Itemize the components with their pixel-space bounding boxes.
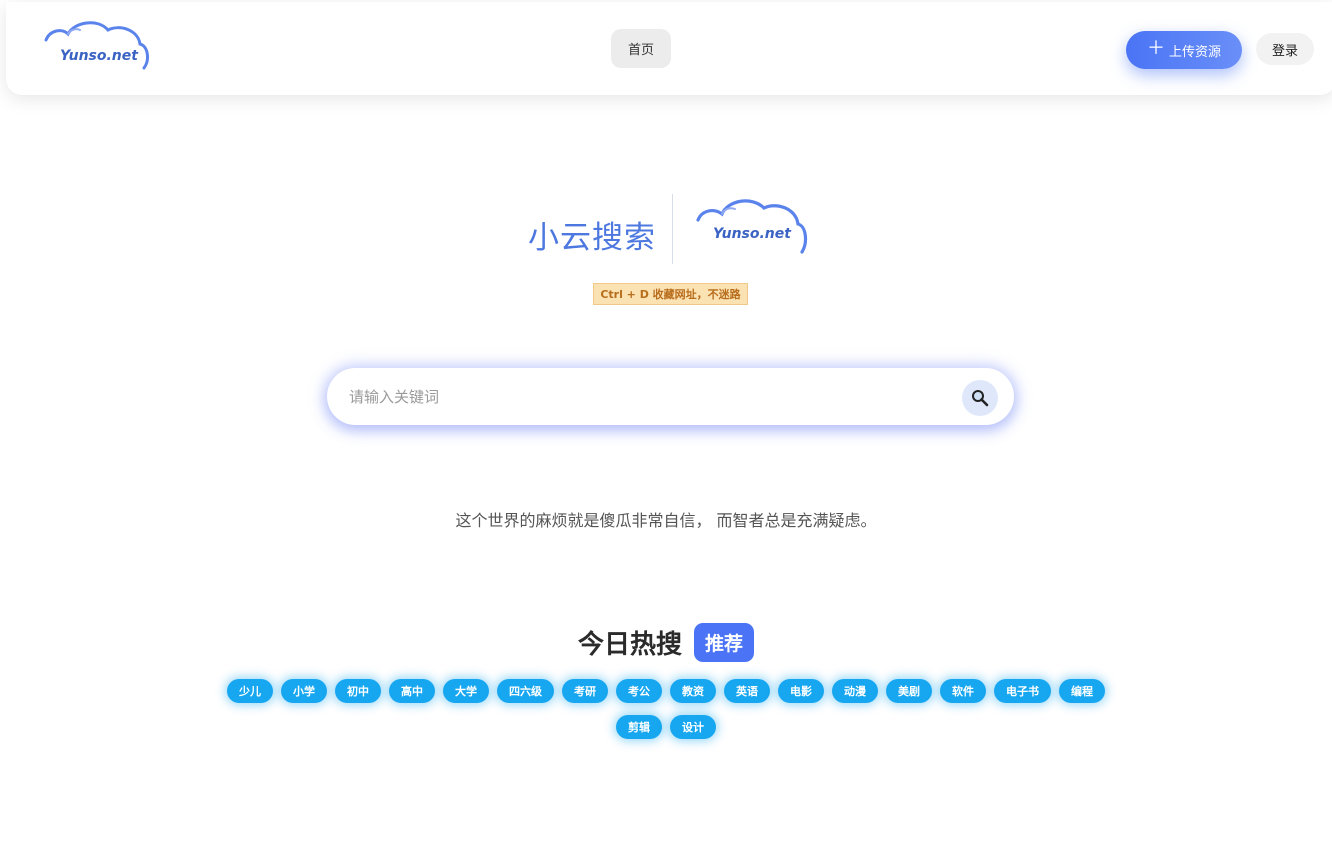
hot-tag[interactable]: 少儿 (227, 679, 273, 703)
hot-tag[interactable]: 电影 (778, 679, 824, 703)
upload-resource-button[interactable]: ＋ 上传资源 (1126, 31, 1242, 69)
hot-search-header: 今日热搜 推荐 (0, 623, 1332, 662)
hot-tag[interactable]: 设计 (670, 715, 716, 739)
logo-text: Yunso.net (60, 48, 138, 64)
brand-name: 小云搜索 (528, 220, 656, 256)
upload-resource-label: 上传资源 (1168, 44, 1221, 60)
hot-tag[interactable]: 初中 (335, 679, 381, 703)
hot-search-title: 今日热搜 (577, 630, 682, 660)
cloud-icon (44, 21, 149, 70)
top-header: Yunso.net 首页 ＋ 上传资源 登录 (6, 2, 1332, 95)
logo-text: Yunso.net (713, 226, 791, 242)
nav-home[interactable]: 首页 (611, 29, 671, 68)
brand-block: 小云搜索 Yunso.net (528, 190, 818, 270)
hot-tag[interactable]: 小学 (281, 679, 327, 703)
hot-tag[interactable]: 考公 (616, 679, 662, 703)
site-logo[interactable]: Yunso.net (40, 16, 152, 76)
search-input[interactable] (347, 380, 947, 414)
brand-divider (672, 194, 673, 264)
plus-icon: ＋ (1146, 38, 1165, 59)
hot-tag[interactable]: 电子书 (994, 679, 1051, 703)
hot-tag[interactable]: 高中 (389, 679, 435, 703)
hot-tag[interactable]: 四六级 (497, 679, 554, 703)
recommend-badge: 推荐 (694, 623, 755, 662)
hot-tag[interactable]: 考研 (562, 679, 608, 703)
hot-tag[interactable]: 剪辑 (616, 715, 662, 739)
hot-tag[interactable]: 软件 (940, 679, 986, 703)
magnifier-icon (972, 390, 989, 407)
login-button[interactable]: 登录 (1256, 33, 1314, 65)
hot-tag-list: 少儿 小学 初中 高中 大学 四六级 考研 考公 教资 英语 电影 动漫 美剧 … (215, 679, 1117, 739)
hot-tag[interactable]: 编程 (1059, 679, 1105, 703)
hot-tag[interactable]: 美剧 (886, 679, 932, 703)
hot-tag[interactable]: 大学 (443, 679, 489, 703)
search-box (327, 368, 1014, 425)
quote-text: 这个世界的麻烦就是傻瓜非常自信， 而智者总是充满疑虑。 (455, 511, 877, 530)
search-button[interactable] (962, 380, 998, 416)
hot-tag[interactable]: 英语 (724, 679, 770, 703)
hot-tag[interactable]: 教资 (670, 679, 716, 703)
hot-tag[interactable]: 动漫 (832, 679, 878, 703)
brand-logo: Yunso.net (692, 194, 810, 260)
bookmark-hint: Ctrl + D 收藏网址，不迷路 (593, 283, 748, 305)
